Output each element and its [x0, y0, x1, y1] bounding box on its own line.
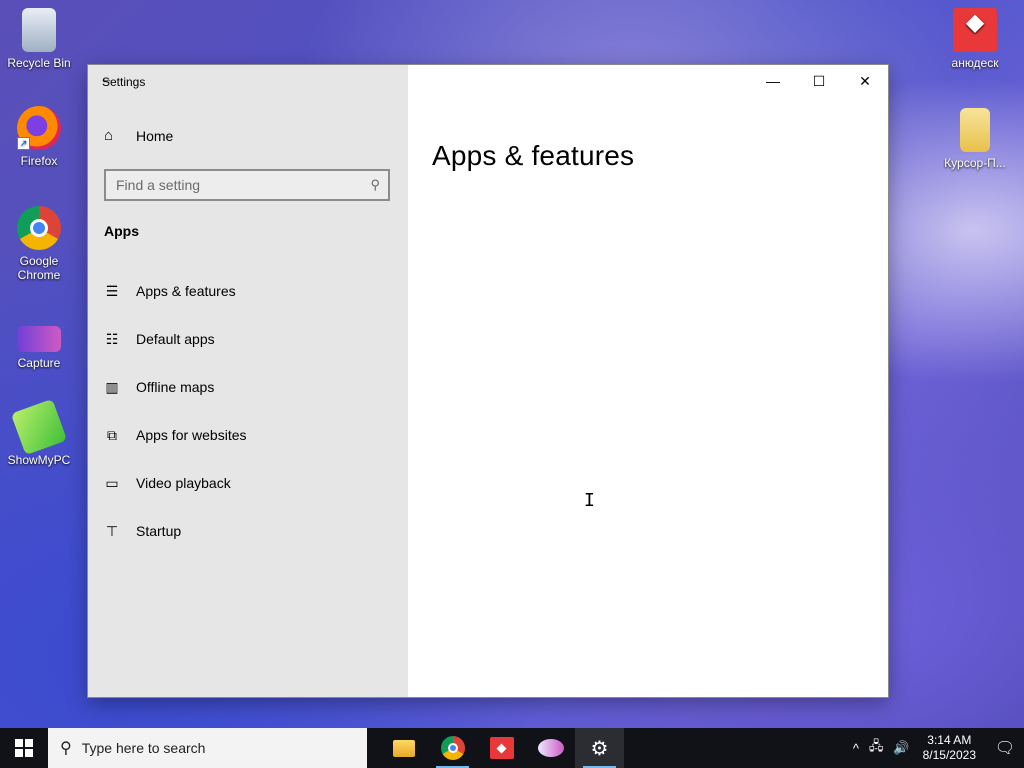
desktop-icon-label: Capture	[17, 356, 61, 370]
minimize-icon: —	[766, 73, 780, 89]
windows-logo-icon	[15, 739, 33, 757]
sidebar-item-label: Default apps	[136, 331, 215, 347]
sidebar-item-video-playback[interactable]: ▭ Video playback	[104, 459, 404, 507]
search-icon[interactable]: ⚲	[370, 177, 380, 193]
sidebar-item-label: Video playback	[136, 475, 231, 491]
capture-icon	[537, 739, 564, 757]
desktop-icon-label: Google Chrome	[17, 254, 61, 282]
apps-nav-list: ☰ Apps & features ☷ Default apps ▥ Offli…	[104, 267, 404, 555]
page-title: Apps & features	[432, 139, 635, 171]
settings-search-box: ⚲	[104, 169, 390, 201]
notification-icon: 🗨	[994, 740, 1016, 757]
firefox-icon: ↗	[17, 106, 61, 150]
notification-button[interactable]: 🗨	[986, 738, 1024, 758]
nav-home[interactable]: ⌂ Home	[104, 127, 173, 144]
settings-search-input[interactable]	[116, 177, 371, 193]
sidebar-item-apps-features[interactable]: ☰ Apps & features	[104, 267, 404, 315]
chrome-icon	[440, 736, 465, 760]
desktop-icon-label: ShowMyPC	[7, 453, 71, 467]
sidebar-item-startup[interactable]: ⊤ Startup	[104, 507, 404, 555]
taskbar-capture[interactable]	[526, 728, 575, 768]
section-title: Apps	[104, 223, 139, 239]
close-button[interactable]: ✕	[842, 65, 888, 97]
start-button[interactable]	[0, 728, 48, 768]
taskbar-search-placeholder: Type here to search	[81, 740, 206, 756]
desktop-icon-firefox[interactable]: ↗ Firefox	[2, 106, 76, 168]
desktop-icon-showmypc[interactable]: ShowMyPC	[2, 398, 76, 467]
website-icon: ⧉	[107, 426, 117, 443]
nav-home-label: Home	[136, 127, 174, 144]
taskbar-file-explorer[interactable]	[379, 728, 428, 768]
settings-content: — ☐ ✕ Apps & features I	[408, 65, 888, 697]
text-cursor-icon: I	[584, 490, 595, 511]
taskbar-anydesk[interactable]: ◆	[477, 728, 526, 768]
anydesk-icon: ◆	[489, 737, 514, 759]
volume-icon[interactable]: 🔊	[893, 740, 909, 756]
desktop-icon-folder[interactable]: Курсор-П...	[938, 108, 1012, 170]
chrome-icon	[17, 206, 61, 250]
map-icon: ▥	[105, 378, 119, 395]
desktop-icon-recycle-bin[interactable]: Recycle Bin	[2, 8, 76, 70]
settings-window: ← Settings ⌂ Home ⚲ Apps ☰ Apps & featur…	[88, 65, 888, 697]
maximize-button[interactable]: ☐	[796, 65, 842, 97]
search-icon: ⚲	[60, 740, 72, 757]
settings-sidebar: ← Settings ⌂ Home ⚲ Apps ☰ Apps & featur…	[88, 65, 408, 697]
sidebar-item-label: Apps & features	[136, 283, 236, 299]
taskbar-chrome[interactable]	[428, 728, 477, 768]
shortcut-arrow-icon: ↗	[17, 137, 30, 150]
showmypc-icon	[10, 398, 68, 456]
video-icon: ▭	[105, 474, 119, 491]
chevron-up-icon[interactable]: ^	[853, 741, 859, 756]
clock-time: 3:14 AM	[927, 733, 972, 747]
desktop-icon-google-chrome[interactable]: Google Chrome	[2, 206, 76, 282]
desktop-icon-label: анюдеск	[951, 56, 999, 70]
anydesk-icon	[953, 8, 997, 52]
sidebar-item-default-apps[interactable]: ☷ Default apps	[104, 315, 404, 363]
desktop-icon-anydesk[interactable]: анюдеск	[938, 8, 1012, 70]
window-title: Settings	[102, 75, 146, 89]
minimize-button[interactable]: —	[750, 65, 796, 97]
sidebar-item-label: Offline maps	[136, 379, 215, 395]
sidebar-item-label: Startup	[136, 523, 182, 539]
close-icon: ✕	[859, 72, 871, 89]
taskbar-settings[interactable]: ⚙	[575, 728, 624, 768]
desktop-icon-label: Курсор-П...	[944, 156, 1006, 170]
home-icon: ⌂	[104, 127, 114, 144]
maximize-icon: ☐	[812, 72, 826, 89]
sidebar-item-apps-for-websites[interactable]: ⧉ Apps for websites	[104, 411, 404, 459]
folder-icon	[960, 108, 990, 152]
system-tray: ^ 🖧 🔊 3:14 AM 8/15/2023 🗨	[848, 728, 1024, 768]
network-icon[interactable]: 🖧	[869, 737, 884, 759]
file-explorer-icon	[392, 739, 415, 757]
desktop-icon-capture[interactable]: Capture	[2, 316, 76, 370]
taskbar: ⚲ Type here to search ◆ ⚙ ^ 🖧 🔊 3:14 AM …	[0, 728, 1024, 768]
sidebar-item-label: Apps for websites	[136, 427, 247, 443]
clock[interactable]: 3:14 AM 8/15/2023	[923, 733, 976, 763]
recycle-bin-icon	[22, 8, 56, 52]
desktop-icon-label: Recycle Bin	[7, 56, 71, 70]
startup-icon: ⊤	[105, 522, 119, 539]
desktop-icon-label: Firefox	[20, 154, 58, 168]
clock-date: 8/15/2023	[922, 748, 976, 762]
taskbar-search-box[interactable]: ⚲ Type here to search	[48, 728, 367, 768]
gear-icon: ⚙	[590, 737, 609, 760]
taskbar-apps: ◆ ⚙	[379, 728, 624, 768]
apps-list-icon: ☰	[105, 282, 119, 299]
default-apps-icon: ☷	[105, 330, 119, 347]
capture-icon	[17, 326, 61, 352]
sidebar-item-offline-maps[interactable]: ▥ Offline maps	[104, 363, 404, 411]
